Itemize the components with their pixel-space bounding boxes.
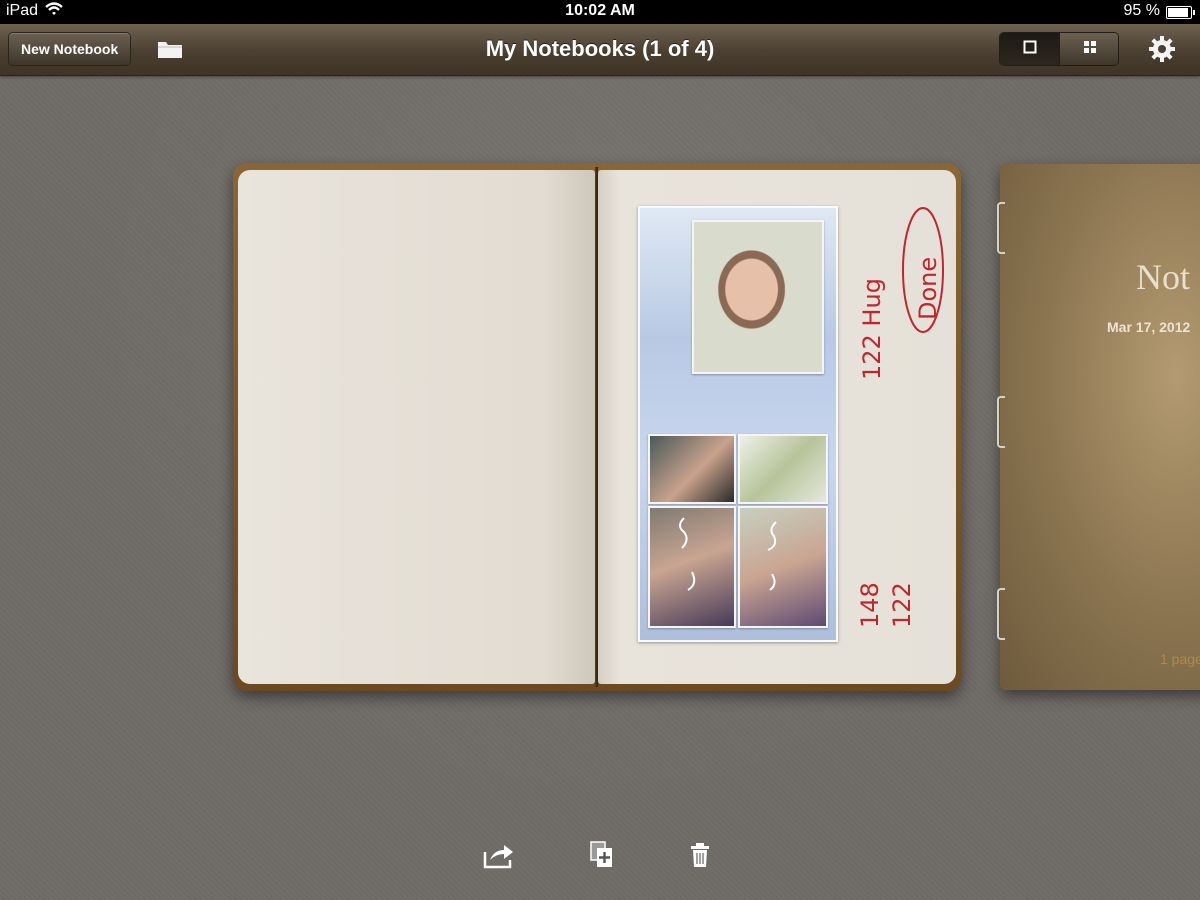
- trash-icon[interactable]: [686, 840, 720, 870]
- right-page: 122 Hug Done 148 122: [598, 170, 956, 684]
- grid-view-icon: [1083, 40, 1097, 59]
- single-view-button[interactable]: [1000, 33, 1059, 65]
- single-view-icon: [1023, 40, 1037, 59]
- share-icon[interactable]: [482, 840, 516, 870]
- gear-icon[interactable]: [1148, 35, 1176, 63]
- status-bar: iPad 10:02 AM 95 %: [0, 0, 1200, 24]
- grid-view-button[interactable]: [1059, 33, 1118, 65]
- handwriting-ink: 122 Hug Done 148 122: [679, 207, 944, 628]
- notebook-title: Not: [1136, 257, 1190, 297]
- ring-binding: [997, 588, 1005, 640]
- duplicate-icon[interactable]: [586, 840, 620, 870]
- next-notebook[interactable]: Not Mar 17, 2012 1 page: [997, 164, 1200, 690]
- left-page: [238, 170, 595, 684]
- clock: 10:02 AM: [565, 2, 635, 19]
- ring-binding: [997, 202, 1005, 254]
- open-notebook[interactable]: 122 Hug Done 148 122: [233, 163, 961, 691]
- white-ink-marks: [679, 517, 777, 591]
- handwritten-note: 148: [856, 582, 884, 628]
- nav-bar: New Notebook My Notebooks (1 of 4): [0, 24, 1200, 76]
- battery-icon: [1166, 6, 1195, 19]
- view-mode-toggle: [999, 32, 1119, 66]
- ring-binding: [997, 396, 1005, 448]
- battery-percent: 95 %: [1123, 2, 1160, 19]
- handwritten-note: 122: [888, 582, 916, 628]
- notebook-date: Mar 17, 2012: [1107, 319, 1191, 335]
- handwritten-note: 122 Hug: [858, 278, 886, 380]
- notebook-page-count: 1 page: [1160, 651, 1200, 667]
